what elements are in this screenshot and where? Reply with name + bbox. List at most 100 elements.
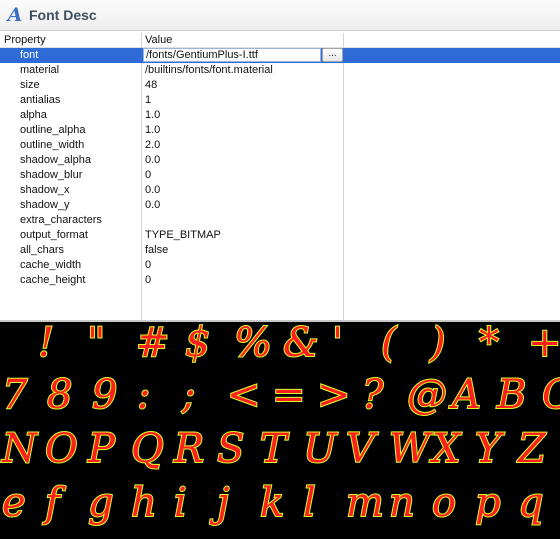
- glyph: @: [406, 371, 448, 419]
- font-preview: !"#$%&'()*+,789:;<=>?@ABCNOPQRSTUVWXYZef…: [0, 322, 560, 539]
- property-name: shadow_alpha: [20, 154, 91, 166]
- property-row-all-chars[interactable]: all_chars false: [0, 243, 560, 258]
- glyph: !: [37, 322, 55, 367]
- glyph: ;: [181, 371, 197, 419]
- property-name: extra_characters: [20, 214, 102, 226]
- property-value[interactable]: /builtins/fonts/font.material: [145, 64, 273, 77]
- glyph-row: !"#$%&'()*+,: [0, 322, 560, 372]
- property-value[interactable]: 0.0: [145, 154, 160, 167]
- property-row-outline-width[interactable]: outline_width 2.0: [0, 138, 560, 153]
- glyph: B: [496, 371, 527, 419]
- property-value[interactable]: 0: [145, 169, 151, 182]
- property-row-shadow-y[interactable]: shadow_y 0.0: [0, 198, 560, 213]
- property-value[interactable]: 2.0: [145, 139, 160, 152]
- glyph: P: [87, 425, 116, 473]
- property-value[interactable]: TYPE_BITMAP: [145, 229, 221, 242]
- glyph: #: [135, 322, 170, 367]
- glyph: :: [136, 371, 152, 419]
- property-row-font[interactable]: font/fonts/GentiumPlus-I.ttf...: [0, 48, 560, 63]
- property-name: outline_alpha: [20, 124, 86, 136]
- glyph: U: [302, 425, 338, 473]
- glyph: q: [517, 479, 545, 527]
- property-row-cache-height[interactable]: cache_height 0: [0, 273, 560, 288]
- property-value[interactable]: 0.0: [145, 199, 160, 212]
- property-value[interactable]: 0: [145, 274, 151, 287]
- glyph: Y: [474, 425, 502, 473]
- glyph: O: [44, 425, 79, 473]
- glyph: V: [345, 425, 376, 473]
- value-column-header[interactable]: Value: [145, 33, 172, 47]
- glyph: =: [271, 371, 306, 419]
- property-row-shadow-x[interactable]: shadow_x 0.0: [0, 183, 560, 198]
- property-name: cache_height: [20, 274, 86, 286]
- property-value[interactable]: 0.0: [145, 184, 160, 197]
- glyph: j: [216, 479, 230, 527]
- glyph: f: [44, 479, 61, 527]
- glyph-row: 789:; <=>? @ABC: [0, 370, 560, 424]
- glyph: ): [429, 322, 447, 367]
- property-value[interactable]: 1: [145, 94, 151, 107]
- property-value[interactable]: 48: [145, 79, 157, 92]
- glyph: X: [431, 425, 462, 473]
- glyph: e: [1, 479, 27, 527]
- glyph: Q: [130, 425, 165, 473]
- property-name: size: [20, 79, 40, 91]
- glyph: ?: [361, 371, 384, 419]
- property-name: alpha: [20, 109, 47, 121]
- property-row-shadow-blur[interactable]: shadow_blur 0: [0, 168, 560, 183]
- property-name: shadow_blur: [20, 169, 83, 181]
- glyph-row: NOPQRSTUVWXYZ: [0, 424, 560, 478]
- glyph: o: [431, 479, 457, 527]
- property-name: all_chars: [20, 244, 65, 256]
- property-name: cache_width: [20, 259, 82, 271]
- glyph: 8: [46, 371, 73, 419]
- property-column-header[interactable]: Property: [4, 33, 46, 47]
- property-name: shadow_y: [20, 199, 70, 211]
- browse-button[interactable]: ...: [322, 48, 343, 62]
- glyph: h: [130, 479, 158, 527]
- glyph: l: [302, 479, 317, 527]
- property-row-cache-width[interactable]: cache_width 0: [0, 258, 560, 273]
- property-row-output-format[interactable]: output_format TYPE_BITMAP: [0, 228, 560, 243]
- title-bar: A Font Desc: [0, 0, 560, 31]
- font-icon: A: [7, 4, 23, 26]
- glyph: m: [345, 479, 385, 527]
- glyph: 9: [91, 371, 118, 419]
- glyph: %: [233, 322, 273, 367]
- glyph: +: [527, 322, 560, 367]
- property-name: shadow_x: [20, 184, 70, 196]
- glyph: C: [541, 370, 560, 420]
- glyph: ': [331, 322, 344, 367]
- property-row-extra-characters[interactable]: extra_characters: [0, 213, 560, 228]
- property-value[interactable]: 1.0: [145, 124, 160, 137]
- property-name: outline_width: [20, 139, 85, 151]
- glyph: n: [388, 479, 416, 527]
- property-row-antialias[interactable]: antialias 1: [0, 93, 560, 108]
- glyph: S: [216, 425, 245, 473]
- property-row-alpha[interactable]: alpha 1.0: [0, 108, 560, 123]
- property-name: antialias: [20, 94, 61, 106]
- glyph: &: [282, 322, 320, 367]
- glyph: i: [173, 479, 188, 527]
- window-title: Font Desc: [29, 7, 97, 23]
- glyph: 7: [1, 371, 28, 419]
- property-row-material[interactable]: material/builtins/fonts/font.material: [0, 63, 560, 78]
- glyph: R: [173, 425, 205, 473]
- property-value[interactable]: 1.0: [145, 109, 160, 122]
- font-path-input[interactable]: /fonts/GentiumPlus-I.ttf: [143, 48, 321, 62]
- glyph: g: [87, 479, 115, 527]
- glyph: N: [1, 425, 38, 473]
- property-row-size[interactable]: size 48: [0, 78, 560, 93]
- property-value[interactable]: 0: [145, 259, 151, 272]
- properties-table: Property Value font/fonts/GentiumPlus-I.…: [0, 33, 560, 320]
- property-name: font: [20, 49, 39, 61]
- glyph: *: [478, 322, 500, 367]
- property-row-outline-alpha[interactable]: outline_alpha 1.0: [0, 123, 560, 138]
- glyph: (: [380, 322, 398, 367]
- glyph: <: [226, 371, 261, 419]
- glyph: W: [388, 425, 431, 473]
- glyph: p: [474, 479, 502, 527]
- glyph: T: [259, 425, 288, 473]
- property-row-shadow-alpha[interactable]: shadow_alpha 0.0: [0, 153, 560, 168]
- property-value[interactable]: false: [145, 244, 168, 257]
